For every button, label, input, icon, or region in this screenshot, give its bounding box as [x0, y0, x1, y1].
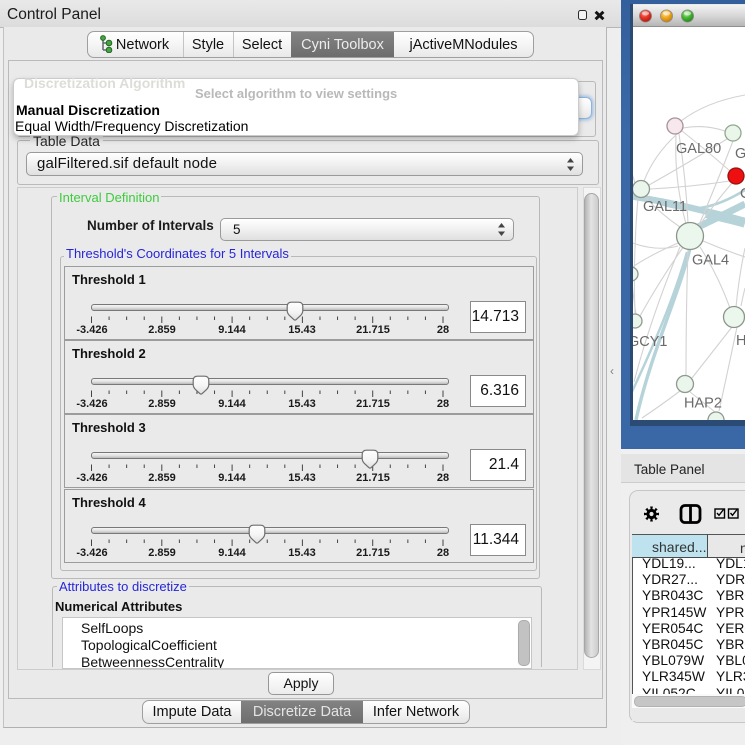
svg-text:HAP2: HAP2 [684, 396, 722, 412]
svg-text:GCY1: GCY1 [633, 334, 668, 350]
svg-text:GAL11: GAL11 [643, 199, 687, 215]
svg-text:H: H [736, 333, 745, 349]
svg-text:G.: G. [735, 146, 745, 162]
svg-text:C: C [740, 186, 745, 202]
svg-text:GAL80: GAL80 [676, 141, 721, 157]
svg-text:GAL4: GAL4 [692, 253, 729, 269]
